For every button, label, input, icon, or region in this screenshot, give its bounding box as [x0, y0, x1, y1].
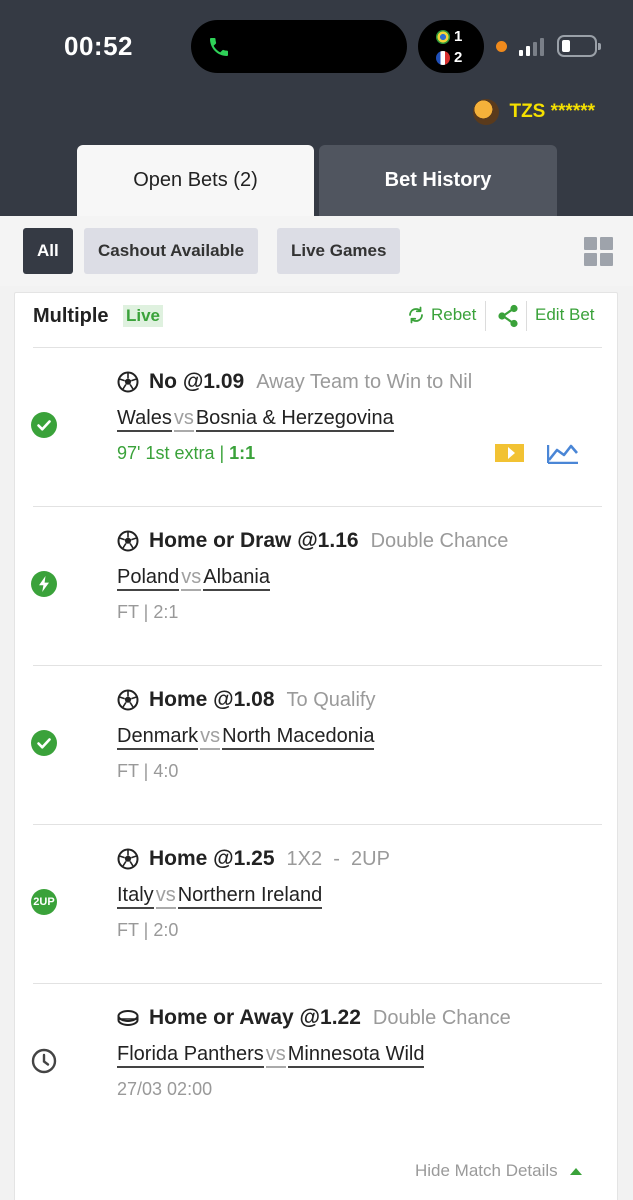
filter-all-button[interactable]: All — [23, 228, 73, 274]
currency-balance: TZS ****** — [509, 101, 595, 122]
tab-open-bets[interactable]: Open Bets (2) — [77, 145, 314, 216]
phone-call-icon — [210, 38, 228, 56]
football-icon — [117, 371, 139, 393]
match-result: FT | 2:0 — [117, 920, 179, 940]
match-result: FT | 4:0 — [117, 761, 179, 781]
selection-market: Double Chance — [370, 529, 509, 552]
account-balance[interactable]: TZS ****** — [473, 99, 595, 125]
bet-type-label: Multiple — [33, 305, 109, 327]
match-link[interactable]: Poland vs Albania — [117, 566, 270, 591]
match-time: 97' 1st extra | — [117, 443, 230, 463]
selection-market: To Qualify — [286, 688, 376, 711]
away-team: Albania — [203, 566, 270, 591]
football-icon — [117, 530, 139, 552]
rebet-label: Rebet — [431, 305, 477, 324]
cellular-signal-icon — [519, 38, 544, 56]
status-time: 00:52 — [64, 31, 133, 61]
vs-label: vs — [155, 884, 176, 909]
live-stream-icon[interactable] — [495, 443, 525, 463]
away-team: North Macedonia — [222, 725, 375, 750]
filter-cashout-button[interactable]: Cashout Available — [84, 228, 259, 274]
early-payout-icon — [31, 571, 57, 597]
selection-pick: Home @1.08 — [149, 688, 275, 711]
match-kickoff: 27/03 02:00 — [117, 1079, 213, 1099]
tab-bet-history[interactable]: Bet History — [319, 145, 557, 216]
match-link[interactable]: Italy vs Northern Ireland — [117, 884, 323, 909]
battery-icon — [557, 35, 601, 57]
ice-hockey-puck-icon — [117, 1010, 139, 1027]
away-team: Minnesota Wild — [287, 1043, 425, 1068]
football-icon — [117, 689, 139, 711]
recording-indicator-icon — [496, 41, 507, 52]
avatar — [473, 99, 500, 125]
selection-item[interactable]: Home @1.08 To Qualify Denmark vs North Mac… — [31, 665, 602, 824]
score-bottom: 2 — [454, 49, 463, 66]
hide-match-details-label: Hide Match Details — [415, 1161, 558, 1180]
vs-label: vs — [265, 1043, 286, 1068]
selection-market: Double Chance — [372, 1006, 511, 1029]
football-icon — [117, 848, 139, 870]
vs-label: vs — [173, 407, 194, 432]
divider — [526, 301, 527, 331]
away-team: Bosnia & Herzegovina — [195, 407, 394, 432]
filter-live-games-button[interactable]: Live Games — [277, 228, 401, 274]
selection-item[interactable]: 2UP Home @1.25 1X2 - 2UP Italy vs Northern… — [31, 824, 602, 983]
clock-icon — [31, 1048, 57, 1074]
selection-market: 1X2 - 2UP — [286, 847, 390, 870]
vs-label: vs — [200, 725, 221, 750]
rebet-button[interactable]: Rebet — [407, 305, 476, 325]
selection-pick: No @1.09 — [149, 370, 245, 393]
away-team: Northern Ireland — [177, 884, 323, 909]
grid-view-icon[interactable] — [584, 237, 613, 266]
home-team: Wales — [117, 407, 172, 432]
match-link[interactable]: Wales vs Bosnia & Herzegovina — [117, 407, 394, 432]
live-badge: Live — [123, 305, 164, 327]
edit-bet-button[interactable]: Edit Bet — [535, 305, 595, 325]
two-up-icon: 2UP — [31, 889, 57, 915]
match-score: 1:1 — [229, 443, 256, 463]
selection-pick: Home or Draw @1.16 — [149, 529, 359, 552]
stats-chart-icon[interactable] — [547, 442, 579, 464]
team-flag-icon — [436, 50, 450, 65]
refresh-icon — [409, 306, 423, 324]
match-link[interactable]: Denmark vs North Macedonia — [117, 725, 375, 750]
check-circle-icon — [31, 730, 57, 756]
match-result: FT | 2:1 — [117, 602, 179, 622]
caret-up-icon — [569, 1167, 582, 1175]
dynamic-island[interactable] — [191, 20, 407, 73]
home-team: Florida Panthers — [117, 1043, 264, 1068]
vs-label: vs — [181, 566, 202, 591]
home-team: Poland — [117, 566, 180, 591]
selection-market: Away Team to Win to Nil — [256, 370, 473, 393]
team-flag-icon — [436, 29, 450, 44]
selection-item[interactable]: No @1.09 Away Team to Win to Nil Wales vs… — [31, 347, 602, 506]
divider — [485, 301, 486, 331]
live-score-activity[interactable]: 1 2 — [418, 20, 484, 73]
match-live-info: 97' 1st extra | 1:1 — [117, 443, 255, 464]
check-circle-icon — [31, 412, 57, 438]
share-icon[interactable] — [497, 304, 519, 328]
filter-bar: All Cashout Available Live Games — [0, 216, 633, 286]
bet-card-header: Multiple Live Rebet Edit Bet — [15, 293, 617, 347]
hide-match-details-button[interactable]: Hide Match Details — [415, 1161, 582, 1181]
score-top: 1 — [454, 28, 463, 45]
selection-item[interactable]: Home or Away @1.22 Double Chance Florida… — [31, 983, 602, 1142]
home-team: Italy — [117, 884, 154, 909]
selection-item[interactable]: Home or Draw @1.16 Double Chance Poland v… — [31, 506, 602, 665]
selection-pick: Home or Away @1.22 — [149, 1006, 361, 1029]
home-team: Denmark — [117, 725, 199, 750]
match-link[interactable]: Florida Panthers vs Minnesota Wild — [117, 1043, 425, 1068]
bet-card: Multiple Live Rebet Edit Bet No @1.09 Aw… — [14, 292, 618, 1200]
selection-pick: Home @1.25 — [149, 847, 275, 870]
two-up-label: 2UP — [33, 896, 55, 908]
